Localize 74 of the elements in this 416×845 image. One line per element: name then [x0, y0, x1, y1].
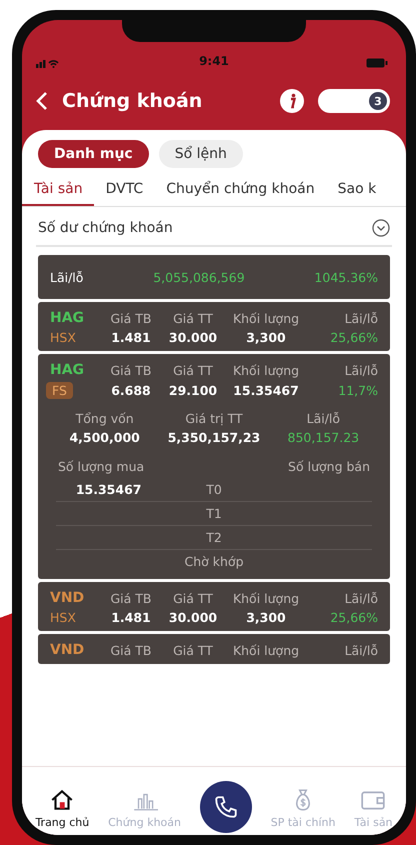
holding-card[interactable]: HAG Giá TB Giá TT Khối lượng Lãi/lỗ HSX 1.481 30.000 3,300 25,66%	[38, 302, 390, 351]
tab[interactable]: Tài sản	[22, 176, 94, 206]
settlement-label: Chờ khớp	[183, 554, 244, 569]
ticker-symbol: VND	[50, 642, 86, 658]
market-price: 30.000	[168, 330, 218, 345]
volume-value: 3,300	[245, 330, 287, 345]
column-label: Khối lượng	[232, 590, 300, 606]
column-label: Lãi/lỗ	[344, 362, 378, 378]
status-time: 9:41	[199, 54, 229, 68]
detail-label: Lãi/lỗ	[306, 411, 342, 426]
detail-label: Giá trị TT	[184, 411, 244, 426]
section-title: Số dư chứng khoán	[38, 220, 173, 236]
column-label: Lãi/lỗ	[344, 590, 378, 606]
column-label: Giá TT	[172, 362, 214, 378]
column-label: Lãi/lỗ	[344, 642, 378, 658]
column-label: Giá TT	[172, 310, 214, 326]
column-label: Giá TB	[109, 362, 152, 378]
detail-label: Tổng vốn	[74, 411, 135, 426]
settlement-label: T2	[205, 530, 223, 545]
profit-amount: 850,157.23	[286, 430, 360, 445]
volume-value: 15.35467	[232, 383, 300, 398]
column-label: Khối lượng	[232, 642, 300, 658]
column-label: Khối lượng	[232, 310, 300, 326]
column-label: Giá TB	[109, 310, 152, 326]
profit-percent: 25,66%	[329, 330, 378, 345]
holding-card[interactable]: VND Giá TB Giá TT Khối lượng Lãi/lỗ HSX 1.481 30.000 3,300 25,66%	[38, 582, 390, 631]
tab[interactable]: Sao k	[326, 176, 388, 206]
info-icon[interactable]	[280, 89, 304, 113]
column-label: Giá TT	[172, 590, 214, 606]
average-price: 6.688	[110, 383, 152, 398]
segment-button[interactable]: Danh mục	[38, 140, 149, 168]
exchange-badge: FS	[46, 382, 73, 399]
ticker-symbol: HAG	[50, 362, 86, 378]
ticker-symbol: HAG	[50, 310, 86, 326]
volume-value: 3,300	[245, 610, 287, 625]
account-toggle[interactable]: 3	[318, 89, 390, 113]
column-label: Khối lượng	[232, 362, 300, 378]
sell-quantity-label: Số lượng bán	[288, 459, 370, 474]
buy-quantity-label: Số lượng mua	[58, 459, 144, 474]
column-label: Giá TB	[109, 642, 152, 658]
exchange-label: HSX	[50, 330, 77, 345]
segment-button[interactable]: Sổ lệnh	[158, 140, 243, 168]
settlement-label: T1	[205, 506, 223, 521]
total-cost: 4,500,000	[68, 430, 141, 445]
holding-card[interactable]: HAG Giá TB Giá TT Khối lượng Lãi/lỗ FS 6.688 29.100 15.35467 11,7% Tổng vốn Giá trị TT Lãi/lỗ 4,500,000 5,350,157,23 850,157.23 Số lượng mua Số lượng bán 15.35467 T0 T1 T2 Chờ khớp	[38, 354, 390, 579]
summary-amount: 5,055,086,569	[153, 270, 245, 284]
exchange-label: HSX	[50, 610, 77, 625]
ticker-symbol: VND	[50, 590, 86, 606]
buy-quantity: 15.35467	[74, 482, 142, 497]
holding-card[interactable]: VND Giá TB Giá TT Khối lượng Lãi/lỗ	[38, 634, 390, 664]
summary-percent: 1045.36%	[314, 270, 378, 284]
count-badge: 3	[369, 92, 387, 110]
column-label: Giá TB	[109, 590, 152, 606]
summary-label: Lãi/lỗ	[50, 270, 84, 284]
battery-icon	[366, 58, 388, 68]
market-price: 29.100	[168, 383, 218, 398]
profit-percent: 11,7%	[337, 383, 378, 398]
nav-item[interactable]: Trang chủ	[35, 787, 90, 829]
profit-percent: 25,66%	[329, 610, 378, 625]
tab[interactable]: Chuyển chứng khoán	[154, 176, 326, 206]
home-icon	[49, 787, 76, 813]
tab[interactable]: DVTC	[94, 176, 154, 206]
back-icon	[36, 91, 48, 111]
market-value: 5,350,157,23	[166, 430, 262, 445]
phone-icon	[212, 794, 239, 820]
page-title: Chứng khoán	[62, 90, 204, 112]
average-price: 1.481	[110, 610, 152, 625]
column-label: Lãi/lỗ	[344, 310, 378, 326]
settlement-label: T0	[205, 482, 223, 497]
back-button[interactable]	[36, 91, 48, 111]
chevron-down-icon[interactable]	[372, 219, 390, 237]
average-price: 1.481	[110, 330, 152, 345]
market-price: 30.000	[168, 610, 218, 625]
column-label: Giá TT	[172, 642, 214, 658]
